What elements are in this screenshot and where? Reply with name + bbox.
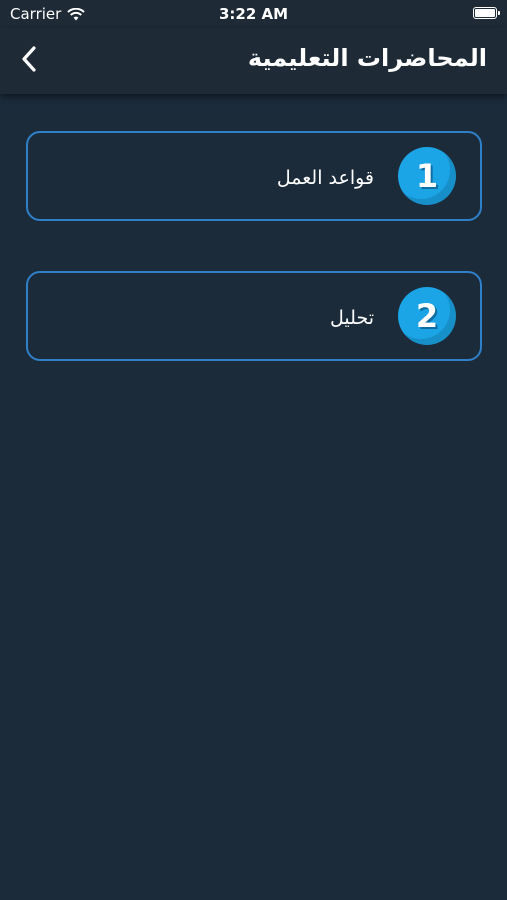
lecture-number: 2: [415, 297, 439, 335]
navigation-bar: المحاضرات التعليمية: [0, 28, 507, 94]
lecture-number-badge: 1: [398, 147, 456, 205]
lecture-number-badge: 2: [398, 287, 456, 345]
lecture-title: تحليل: [330, 307, 374, 329]
status-bar: Carrier 3:22 AM: [0, 0, 507, 28]
lecture-item-2[interactable]: 2 تحليل: [26, 271, 482, 361]
lecture-title: قواعد العمل: [276, 167, 374, 189]
battery-icon: [473, 7, 500, 19]
chevron-left-icon: [22, 46, 36, 72]
lecture-item-1[interactable]: 1 قواعد العمل: [26, 131, 482, 221]
status-time: 3:22 AM: [218, 5, 289, 23]
page-title: المحاضرات التعليمية: [247, 44, 487, 72]
back-button[interactable]: [12, 42, 46, 76]
lecture-number: 1: [415, 157, 439, 195]
